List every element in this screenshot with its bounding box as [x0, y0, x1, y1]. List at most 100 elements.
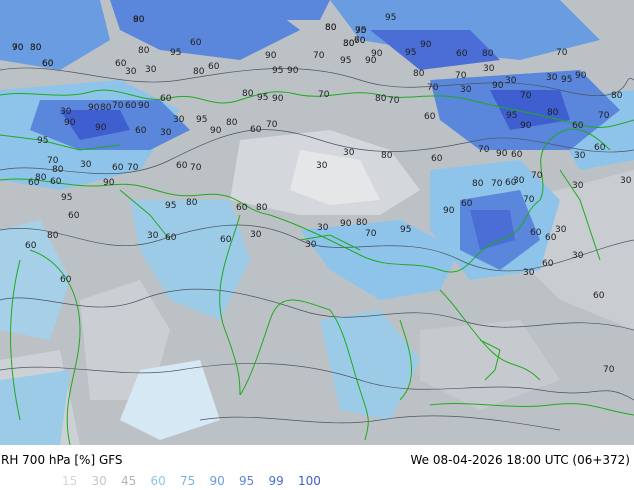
contour-label: 70 [190, 163, 202, 173]
contour-label: 60 [461, 199, 473, 209]
contour-label: 90 [272, 94, 284, 104]
contour-label: 60 [112, 163, 124, 173]
contour-label: 80 [413, 69, 425, 79]
contour-label: 60 [236, 203, 248, 213]
contour-label: 80 [547, 108, 559, 118]
contour-label: 70 [491, 179, 503, 189]
contour-label: 60 [431, 154, 443, 164]
contour-label: 30 [160, 128, 172, 138]
contour-label: 95 [196, 115, 207, 125]
contour-label: 90 [95, 123, 107, 133]
contour-label: 80 [226, 118, 238, 128]
contour-label: 70 [127, 163, 139, 173]
contour-label: 80 [138, 46, 150, 56]
legend-item: 15 [62, 474, 78, 488]
contour-label: 70 [556, 48, 568, 58]
legend-item: 60 [150, 474, 166, 488]
contour-label: 30 [317, 223, 329, 233]
contour-label: 70 [266, 120, 278, 130]
contour-label: 30 [30, 43, 42, 53]
contour-label: 70 [427, 83, 439, 93]
contour-label: 30 [305, 240, 317, 250]
contour-label: 90 [265, 51, 277, 61]
map-title: RH 700 hPa [%] GFS [1, 453, 123, 467]
contour-label: 60 [165, 233, 177, 243]
contour-label: 95 [400, 225, 411, 235]
contour-label: 60 [530, 228, 542, 238]
color-legend: 15 30 45 60 75 90 95 99 100 [62, 474, 328, 488]
legend-item: 95 [239, 474, 255, 488]
contour-label: 70 [478, 145, 490, 155]
contour-label: 90 [496, 149, 508, 159]
contour-label: 80 [242, 89, 254, 99]
contour-label: 90 [420, 40, 432, 50]
contour-label: 95 [561, 75, 572, 85]
contour-label: 60 [511, 150, 523, 160]
contour-label: 80 [325, 23, 337, 33]
contour-label: 90 [365, 56, 377, 66]
contour-label: 70 [598, 111, 610, 121]
contour-label: 30 [555, 225, 567, 235]
contour-label: 90 [443, 206, 455, 216]
contour-label: 60 [25, 241, 37, 251]
contour-label: 30 [505, 76, 517, 86]
contour-label: 95 [257, 93, 268, 103]
contour-label: 60 [250, 125, 262, 135]
contour-label: 30 [60, 107, 72, 117]
contour-label: 80 [611, 91, 623, 101]
contour-label: 90 [210, 126, 222, 136]
contour-label: 30 [250, 230, 262, 240]
contour-label: 80 [381, 151, 393, 161]
contour-label: 80 [52, 165, 64, 175]
contour-label: 80 [256, 203, 268, 213]
contour-label: 70 [313, 51, 325, 61]
legend-item: 75 [180, 474, 196, 488]
contour-label: 80 [133, 15, 145, 25]
contour-label: 95 [385, 13, 396, 23]
contour-label: 90 [520, 121, 532, 131]
contour-label: 60 [68, 211, 80, 221]
contour-label: 60 [50, 177, 62, 187]
contour-label: 30 [145, 65, 157, 75]
moist-area-madagascar [0, 370, 70, 445]
contour-label: 60 [125, 101, 137, 111]
contour-label: 30 [316, 161, 328, 171]
contour-label: 80 [186, 198, 198, 208]
contour-label: 90 [103, 178, 115, 188]
contour-label: 70 [318, 90, 330, 100]
contour-label: 70 [603, 365, 615, 375]
contour-label: 30 [620, 176, 632, 186]
contour-label: 30 [343, 148, 355, 158]
contour-label: 60 [424, 112, 436, 122]
contour-label: 70 [365, 229, 377, 239]
contour-label: 30 [513, 176, 525, 186]
contour-label: 30 [523, 268, 535, 278]
contour-label: 95 [272, 66, 283, 76]
contour-label: 95 [405, 48, 416, 58]
map-timestamp: We 08-04-2026 18:00 UTC (06+372) [410, 453, 630, 467]
contour-label: 30 [147, 231, 159, 241]
contour-label: 95 [37, 136, 48, 146]
contour-label: 95 [340, 56, 351, 66]
contour-label: 60 [220, 235, 232, 245]
contour-label: 90 [492, 81, 504, 91]
map-footer: RH 700 hPa [%] GFS We 08-04-2026 18:00 U… [0, 445, 634, 490]
contour-label: 70 [12, 43, 24, 53]
contour-label: 90 [287, 66, 299, 76]
legend-item: 99 [268, 474, 284, 488]
contour-label: 80 [356, 218, 368, 228]
contour-label: 70 [523, 195, 535, 205]
contour-label: 80 [482, 49, 494, 59]
legend-item: 90 [209, 474, 225, 488]
contour-label: 80 [472, 179, 484, 189]
contour-label: 80 [193, 67, 205, 77]
contour-label: 30 [574, 151, 586, 161]
contour-label: 70 [455, 71, 467, 81]
contour-label: 60 [42, 59, 54, 69]
contour-label: 80 [47, 231, 59, 241]
legend-item: 30 [91, 474, 107, 488]
contour-label: 30 [546, 73, 558, 83]
contour-label: 90 [575, 71, 587, 81]
contour-label: 60 [60, 275, 72, 285]
contour-label: 60 [542, 259, 554, 269]
